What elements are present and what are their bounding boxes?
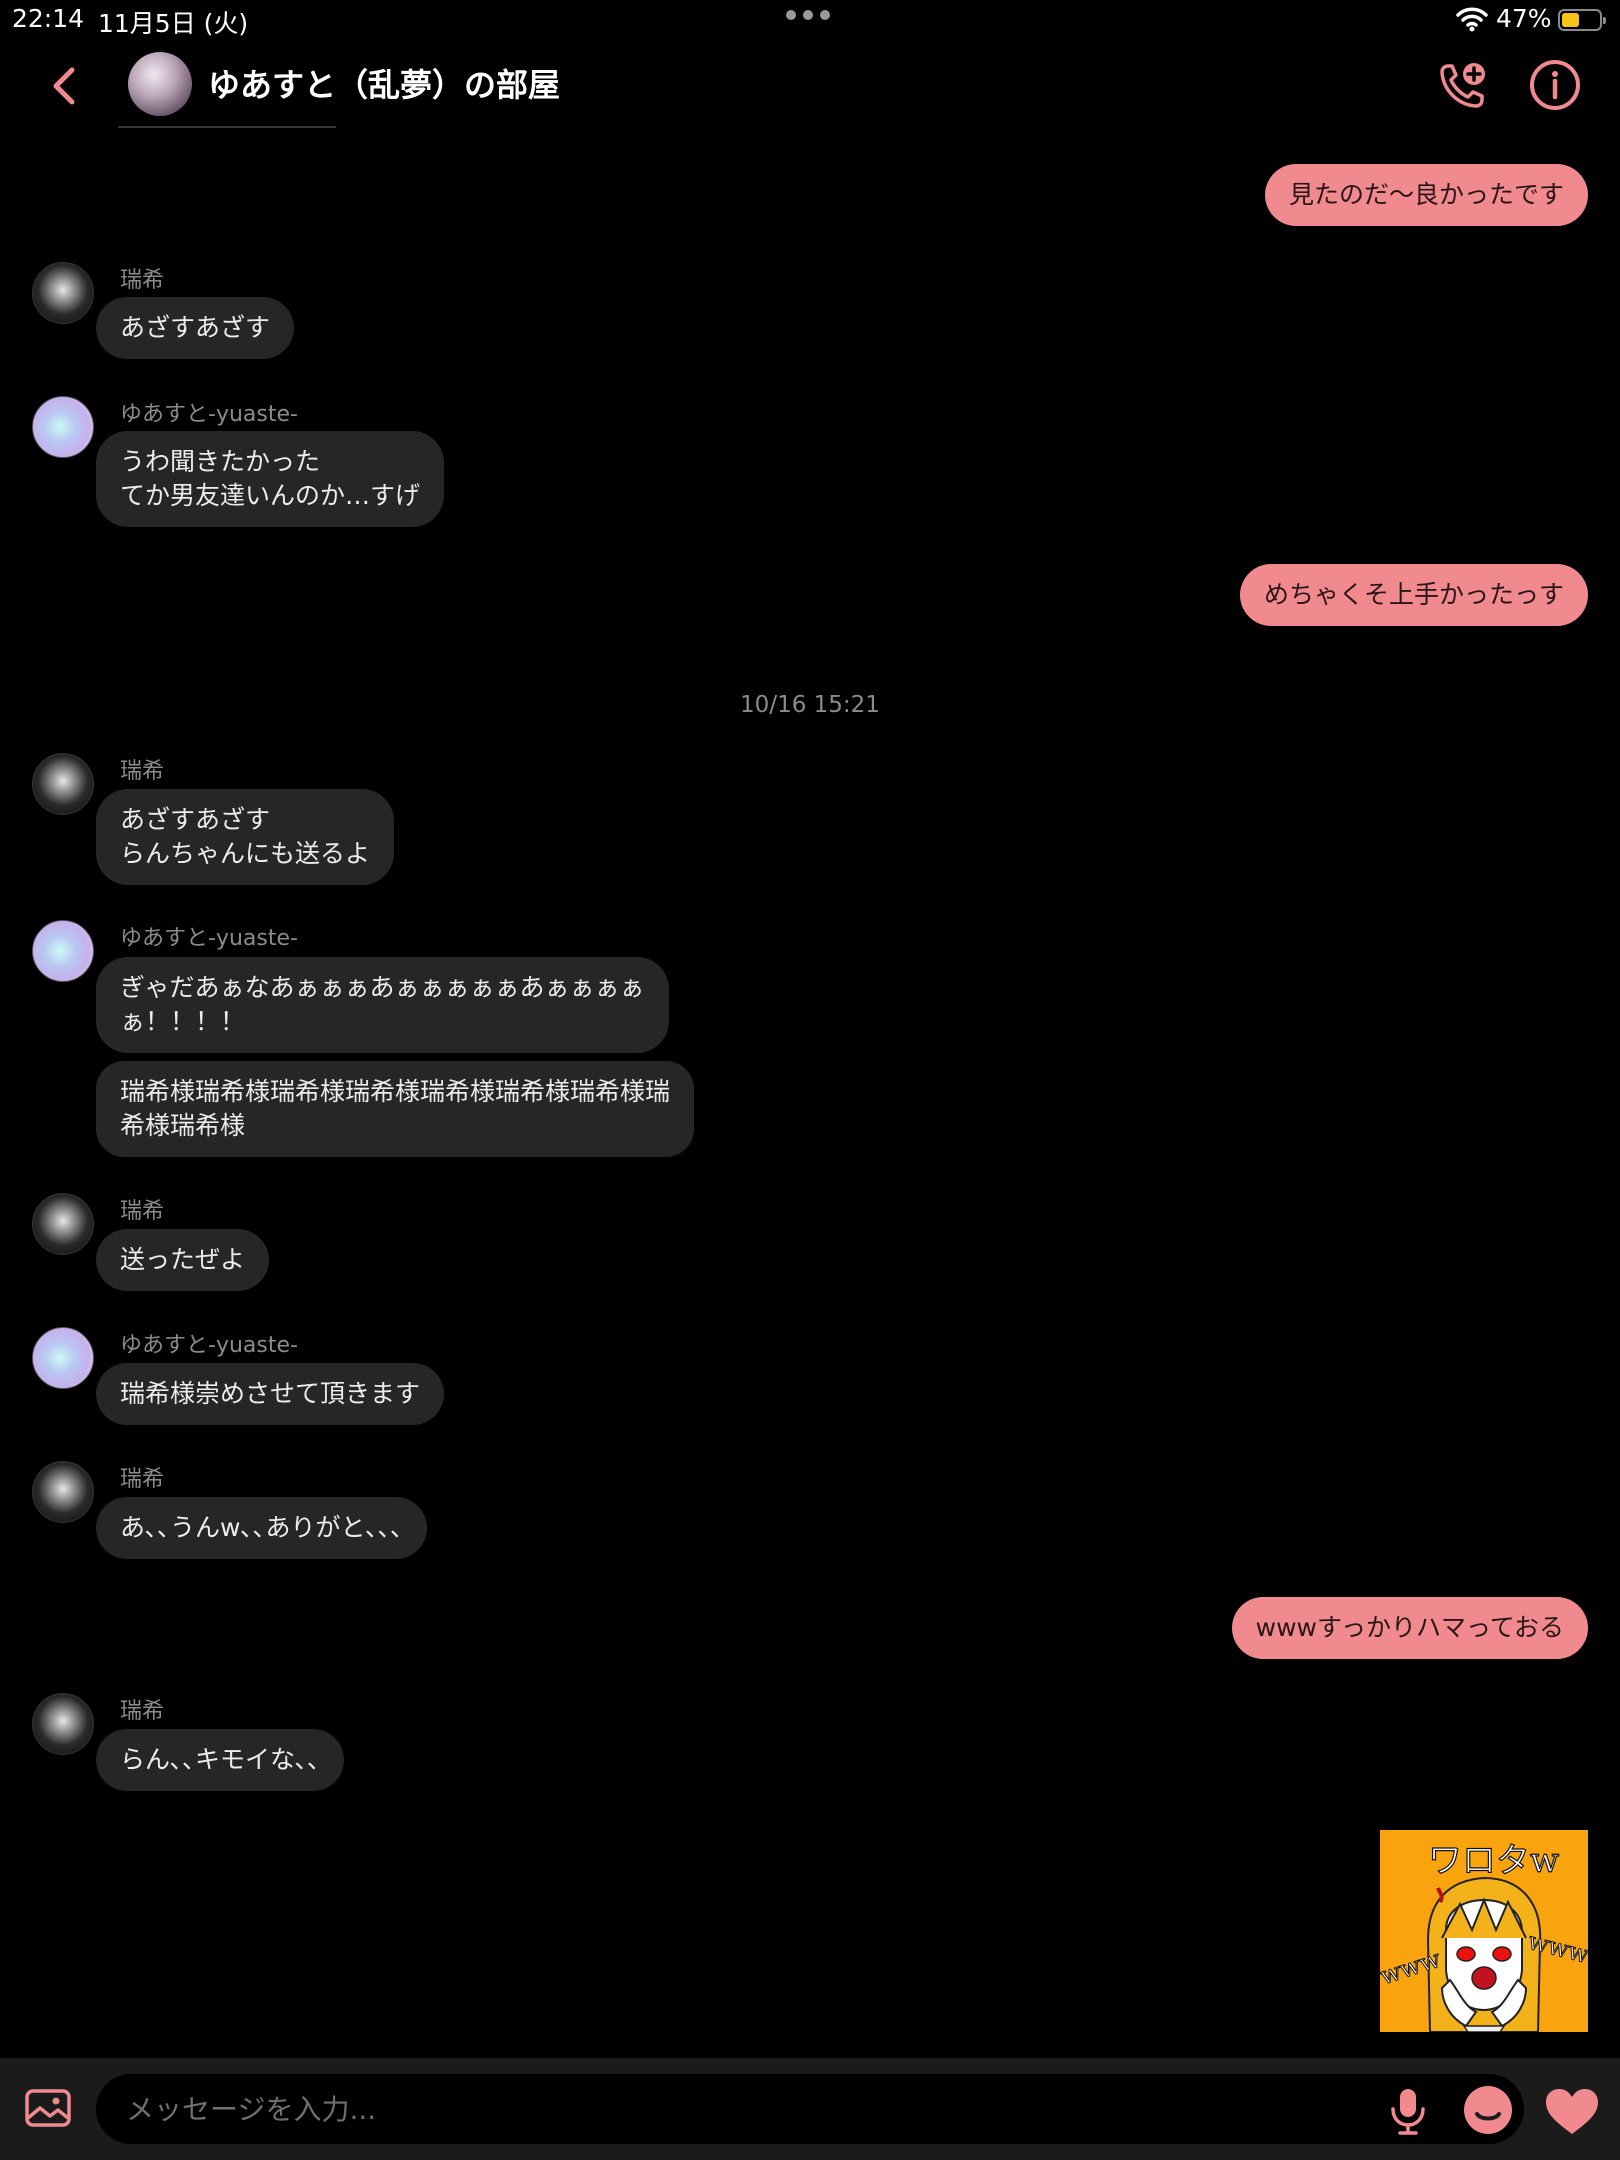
microphone-icon[interactable] [1388,2086,1428,2136]
battery-fill [1562,13,1579,27]
avatar[interactable] [32,920,94,982]
battery-percent: 47% [1496,4,1552,33]
sticker-image[interactable]: ワロタw www www [1380,1830,1588,2032]
avatar[interactable] [32,262,94,324]
status-date: 11月5日 (火) [98,9,249,38]
message-bubble[interactable]: あざすあざす [96,297,295,359]
sender-name: ゆあすと-yuaste- [120,926,298,951]
sender-name: 瑞希 [120,1467,165,1492]
battery-icon [1558,9,1606,31]
image-picker-icon[interactable] [24,2088,72,2128]
status-bar: 22:14 11月5日 (火) 47% [0,0,1620,40]
avatar[interactable] [32,753,94,815]
add-call-icon[interactable] [1436,58,1490,112]
heart-icon[interactable] [1544,2088,1600,2136]
sender-name: ゆあすと-yuaste- [120,1333,298,1358]
sender-name: 瑞希 [120,268,165,293]
message-composer [0,2058,1620,2160]
message-bubble[interactable]: 送ったぜよ [96,1229,270,1291]
message-bubble[interactable]: ぎゃだあぁなあぁぁぁあぁぁぁぁぁあぁぁぁぁ ぁ！！！！ [96,957,669,1053]
message-bubble[interactable]: あざすあざす らんちゃんにも送るよ [96,789,395,885]
my-message-bubble[interactable]: めちゃくそ上手かったっす [1239,564,1588,626]
avatar[interactable] [32,1193,94,1255]
info-icon[interactable] [1528,58,1582,112]
message-bubble[interactable]: 瑞希様崇めさせて頂きます [96,1363,445,1425]
message-bubble[interactable]: らん､､キモイな､､ [96,1729,345,1791]
room-title[interactable]: ゆあすと（乱夢）の部屋 [208,60,560,106]
message-input[interactable] [96,2074,1524,2144]
avatar[interactable] [32,1327,94,1389]
my-message-bubble[interactable]: 見たのだ〜良かったです [1264,164,1588,226]
chevron-left-icon[interactable] [46,62,82,110]
header-divider [118,126,336,128]
message-bubble[interactable]: あ､､うんw､､ありがと､､､ [96,1497,427,1559]
avatar[interactable] [32,1461,94,1523]
message-bubble[interactable]: 瑞希様瑞希様瑞希様瑞希様瑞希様瑞希様瑞希様瑞 希様瑞希様 [96,1061,695,1157]
chat-screen: 22:14 11月5日 (火) 47% ゆあすと（乱夢）の部屋 見たのだ〜良かっ… [0,0,1620,2160]
message-bubble[interactable]: うわ聞きたかった てか男友達いんのか…すげ [96,431,445,527]
my-message-bubble[interactable]: wwwすっかりハマっておる [1231,1597,1588,1659]
sticker-caption: ワロタw [1428,1841,1559,1881]
room-avatar[interactable] [128,52,192,116]
sticker-illustration: ワロタw www www [1380,1840,1588,2032]
wifi-icon [1456,7,1488,32]
avatar[interactable] [32,1693,94,1755]
chat-header: ゆあすと（乱夢）の部屋 [0,40,1620,132]
sender-name: 瑞希 [120,1699,165,1724]
status-time: 22:14 [12,4,85,33]
date-divider: 10/16 15:21 [740,692,880,718]
sender-name: 瑞希 [120,1199,165,1224]
avatar[interactable] [32,396,94,458]
multitasking-dots-icon[interactable] [786,10,830,20]
sender-name: 瑞希 [120,759,165,784]
sender-name: ゆあすと-yuaste- [120,402,298,427]
emoji-icon[interactable] [1462,2084,1514,2136]
